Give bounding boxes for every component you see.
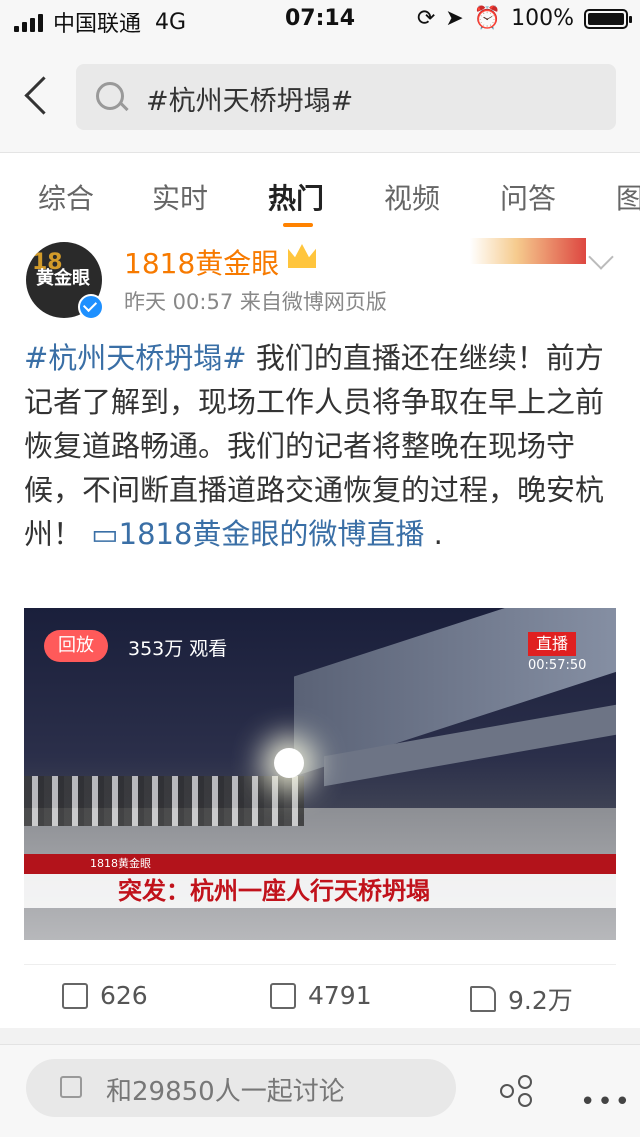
video-crowd-shape [24,776,304,826]
live-badge: 直播 [528,632,577,656]
post-tail: . [424,517,443,551]
live-timestamp: 00:57:50 [528,658,587,673]
location-icon: ➤ [445,6,464,31]
chevron-down-icon[interactable] [588,244,614,270]
like-button[interactable]: 9.2万 [470,981,573,1017]
comment-button[interactable]: 4791 [270,981,372,1010]
alarm-icon: ⏰ [473,6,502,31]
tab-bar: 综合 实时 热门 视频 问答 图 [0,152,640,240]
tab-realtime[interactable]: 实时 [152,177,208,217]
caption-source: 1818黄金眼 [24,854,616,874]
live-link[interactable]: ▭1818黄金眼的微博直播 [91,517,424,551]
tab-video[interactable]: 视频 [384,177,440,217]
battery-percent: 100% [511,6,574,31]
tab-qa[interactable]: 问答 [500,177,556,217]
crown-icon [288,244,316,268]
post-actions: 626 4791 9.2万 [24,964,616,1029]
view-count: 353万 观看 [128,638,228,660]
thumbs-up-icon [470,986,496,1012]
video-light-shape [274,748,304,778]
repost-count: 626 [100,981,148,1010]
post-body: #杭州天桥坍塌# 我们的直播还在继续！前方记者了解到，现场工作人员将争取在早上之… [24,336,620,556]
search-query: #杭州天桥坍塌# [146,86,354,117]
status-bar: 中国联通 4G 07:14 ⟳ ➤ ⏰ 100% [0,0,640,42]
live-link-text: 1818黄金眼的微博直播 [118,517,425,551]
post-hashtag[interactable]: #杭州天桥坍塌# [24,341,247,375]
search-header: #杭州天桥坍塌# [0,42,640,152]
active-tab-indicator [283,223,313,227]
discuss-input[interactable]: 和29850人一起讨论 [26,1059,456,1117]
edit-icon [60,1076,82,1098]
battery-icon [584,8,632,29]
repost-button[interactable]: 626 [62,981,148,1010]
more-icon[interactable]: ••• [580,1087,632,1117]
like-count: 9.2万 [508,986,573,1015]
avatar-text: 黄金眼 [36,268,90,289]
search-input[interactable]: #杭州天桥坍塌# [76,64,616,130]
tab-comprehensive[interactable]: 综合 [38,177,94,217]
discuss-placeholder: 和29850人一起讨论 [106,1077,345,1107]
replay-badge: 回放 [44,630,108,662]
repost-icon [62,982,88,1009]
bottom-bar: 和29850人一起讨论 ••• [0,1044,640,1137]
share-icon[interactable] [500,1075,532,1107]
video-player[interactable]: 回放 353万 观看 直播 00:57:50 1818黄金眼 突发：杭州一座人行… [24,608,616,940]
back-icon[interactable] [18,72,58,122]
card-decoration [470,238,586,264]
search-icon [96,82,124,110]
verified-badge-icon [78,294,104,320]
rotation-lock-icon: ⟳ [416,6,436,31]
comment-count: 4791 [308,981,372,1010]
tab-hot[interactable]: 热门 [268,177,324,217]
post-card: 18 黄金眼 1818黄金眼 昨天 00:57 来自微博网页版 #杭州天桥坍塌#… [0,238,640,1028]
status-right: ⟳ ➤ ⏰ 100% [416,6,632,31]
post-username[interactable]: 1818黄金眼 [124,242,279,282]
tab-images[interactable]: 图 [616,177,640,217]
post-meta: 昨天 00:57 来自微博网页版 [124,290,387,314]
caption-title: 突发：杭州一座人行天桥坍塌 [24,874,616,908]
comment-icon [270,982,296,1009]
video-link-icon: ▭ [91,517,119,551]
